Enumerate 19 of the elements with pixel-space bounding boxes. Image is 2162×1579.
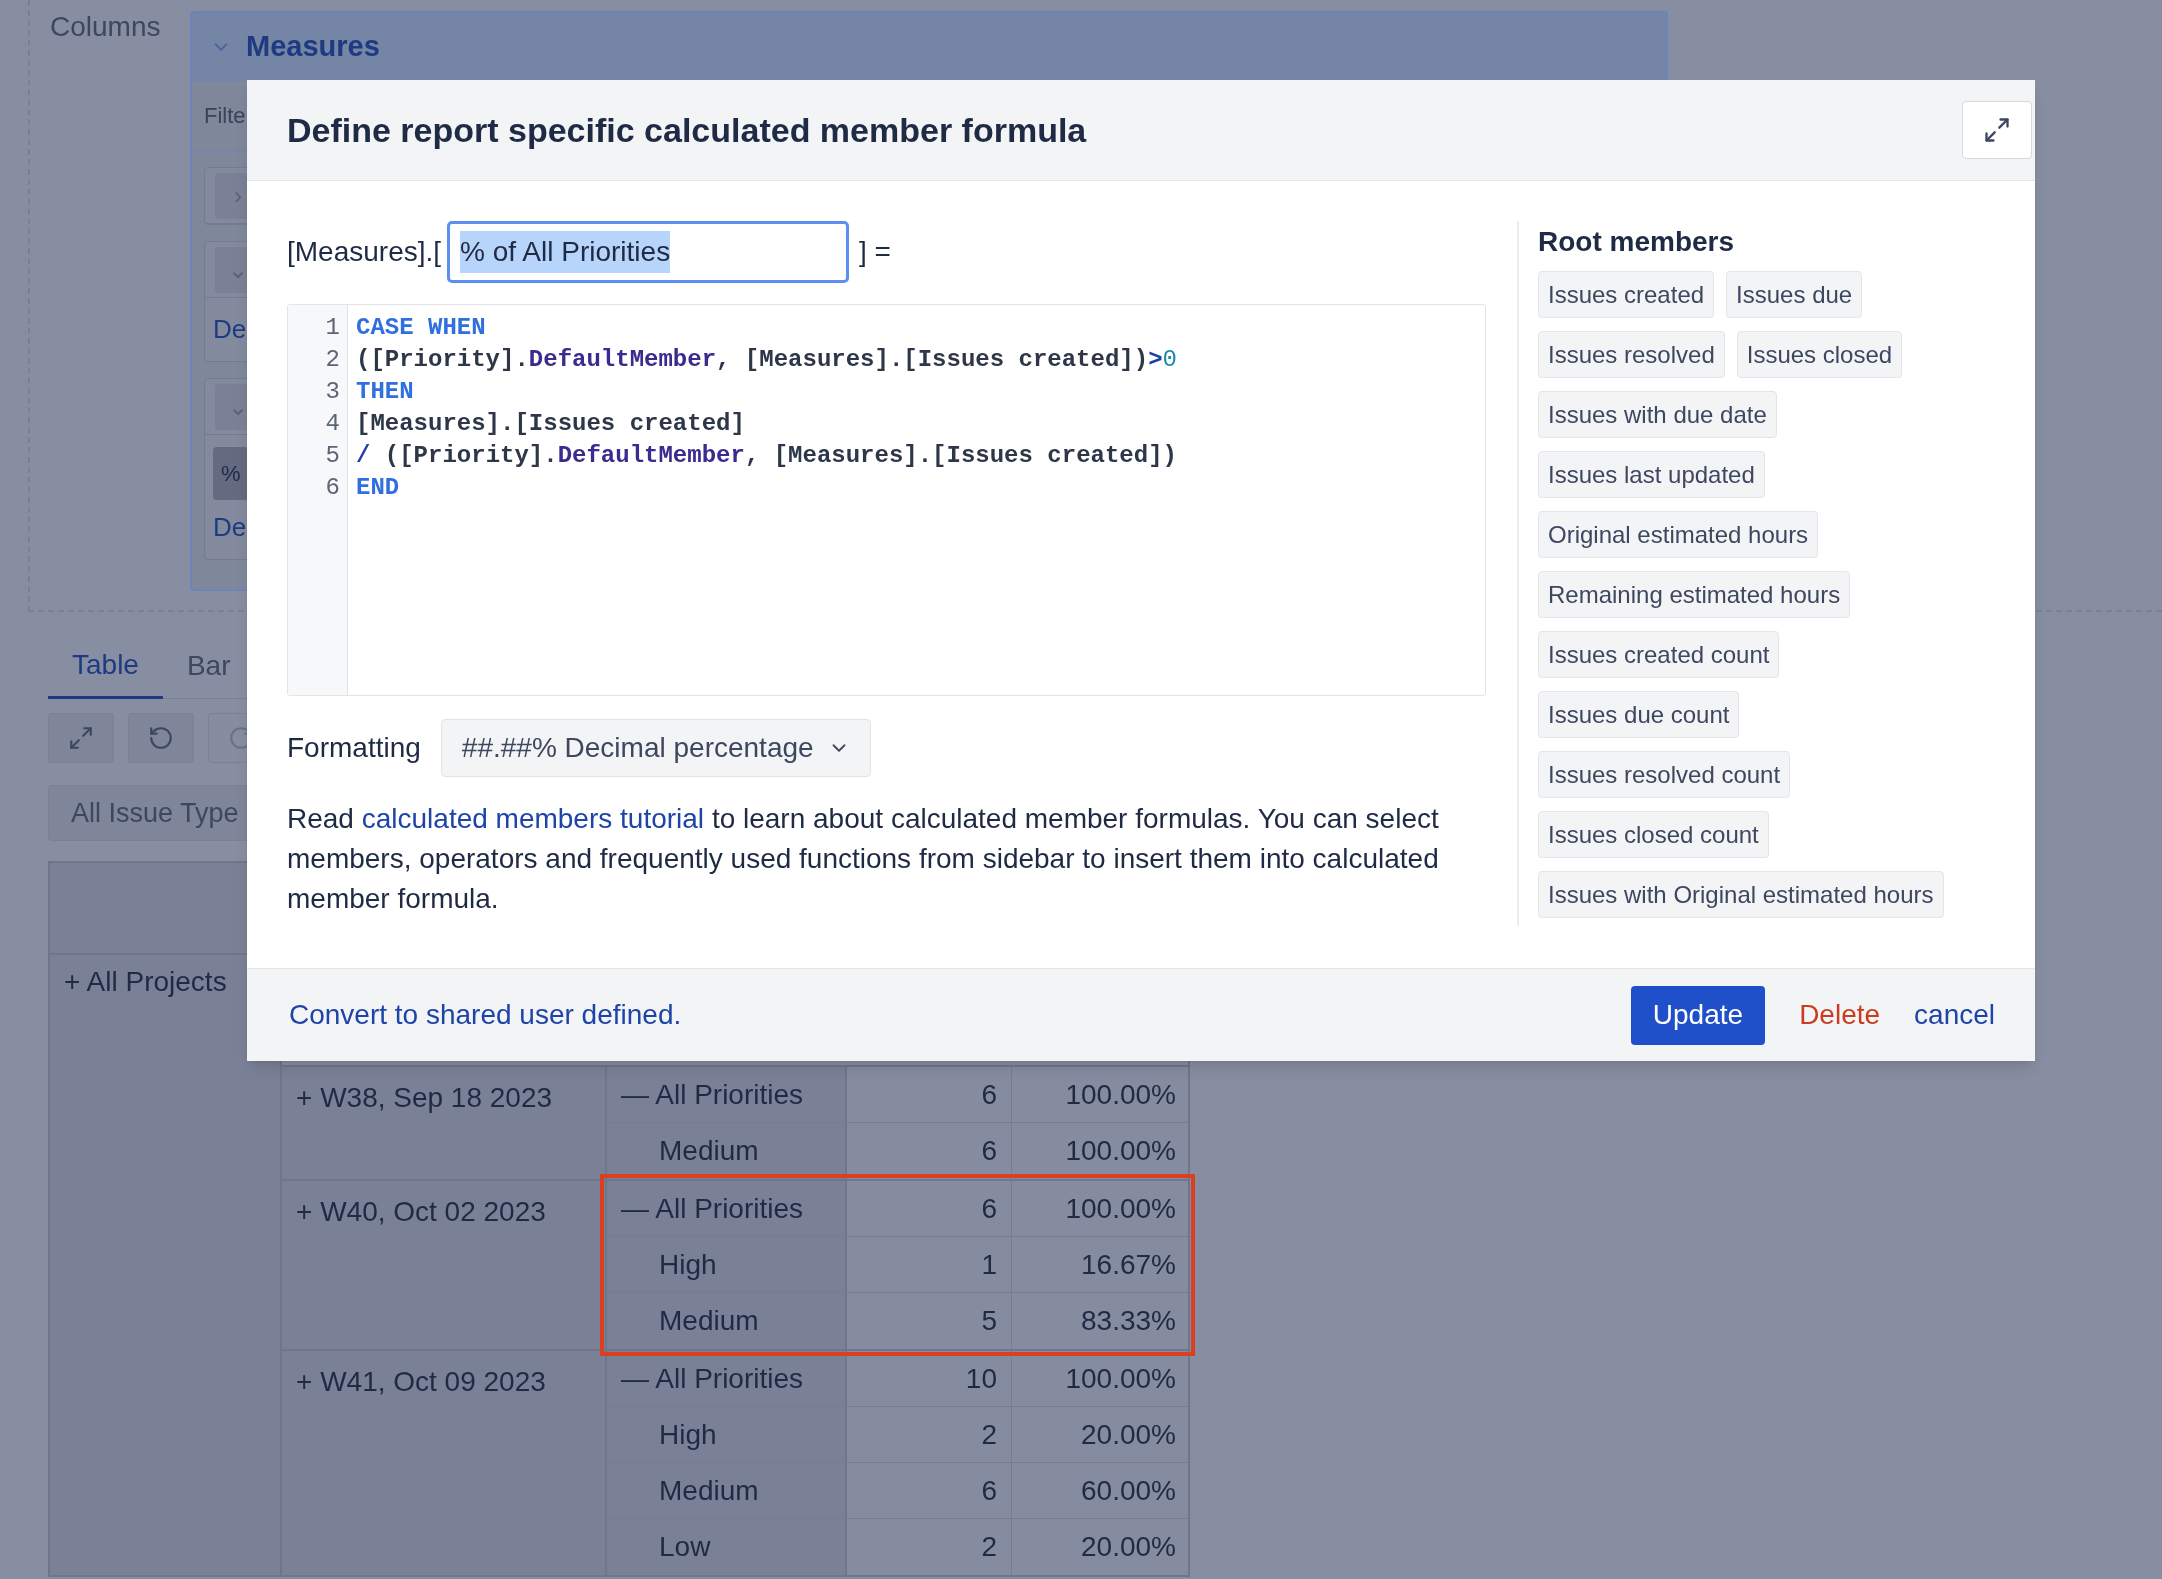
name-suffix: ] = [859,235,891,269]
line-number: 5 [325,441,340,471]
code-line: / ([Priority].DefaultMember, [Measures].[Issues created]) [356,441,1177,471]
code-line: ([Priority].DefaultMember, [Measures].[Issues created])>0 [356,345,1177,375]
section-label: Columns [50,11,161,42]
dialog-title: Define report specific calculated member formula [287,109,1087,151]
line-number: 1 [325,313,340,343]
formatting-label: Formatting [287,731,421,765]
line-number: 2 [325,345,340,375]
panel-title: Measures [246,28,380,64]
name-prefix: [Measures].[ [287,235,442,269]
code-line: THEN [356,377,415,407]
line-number: 4 [325,409,340,439]
code-line: END [356,473,401,503]
code-line: CASE WHEN [356,313,487,343]
line-number: 3 [325,377,340,407]
line-number: 6 [325,473,340,503]
code-line: [Measures].[Issues created] [356,409,746,439]
section-title: Root members [1538,225,1736,259]
